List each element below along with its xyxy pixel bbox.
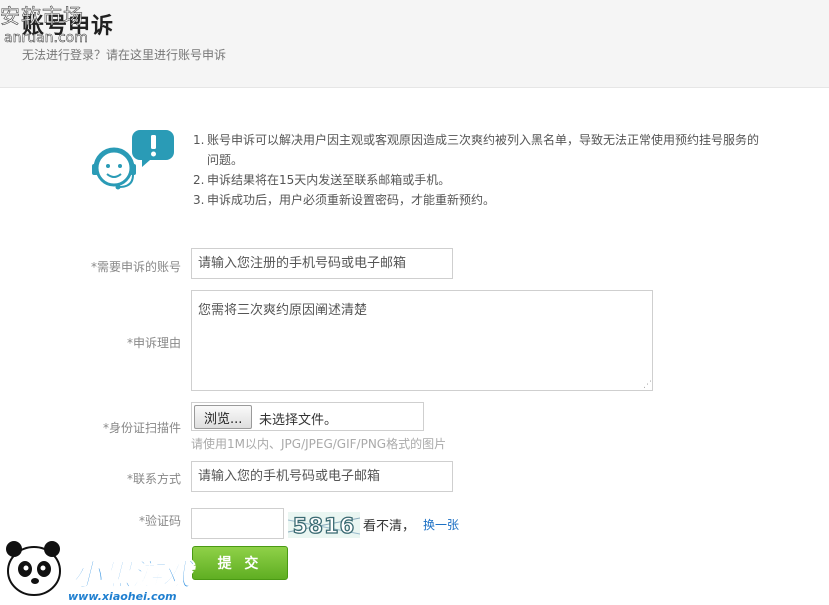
note-number: 2. (193, 173, 205, 187)
reason-label: *申诉理由 (126, 336, 181, 350)
page-subtitle: 无法进行登录？请在这里进行账号申诉 (22, 48, 227, 62)
note-text: 账号申诉可以解决用户因主观或客观原因造成三次爽约被列入黑名单，导致无法正常使用预… (207, 133, 760, 167)
captcha-code: 5816 (293, 514, 355, 538)
captcha-unclear-text: 看不清， (363, 519, 416, 534)
submit-button[interactable]: 提 交 (192, 546, 288, 580)
page-header: 账号申诉 无法进行登录？请在这里进行账号申诉 (0, 0, 829, 88)
appeal-notes: 1. 账号申诉可以解决用户因主观或客观原因造成三次爽约被列入黑名单，导致无法正常… (193, 130, 763, 210)
note-number: 1. (193, 133, 205, 147)
browse-button[interactable]: 浏览... (194, 405, 253, 429)
account-input[interactable] (191, 248, 453, 279)
captcha-label: *验证码 (138, 514, 181, 528)
captcha-input[interactable] (191, 508, 284, 539)
file-upload-field[interactable]: 浏览... 未选择文件。 (191, 402, 424, 431)
captcha-refresh-link[interactable]: 换一张 (423, 516, 459, 533)
id-scan-label: *身份证扫描件 (102, 421, 181, 435)
watermark-brand: 小黑游戏 (72, 558, 196, 593)
watermark-bottom-url: www.xiaohei.com (68, 590, 177, 603)
captcha-image[interactable]: 5816 (288, 512, 360, 538)
note-item: 2. 申诉结果将在15天内发送至联系邮箱或手机。 (193, 170, 763, 190)
account-label: *需要申诉的账号 (90, 260, 181, 274)
customer-support-icon (92, 130, 174, 190)
note-text: 申诉结果将在15天内发送至联系邮箱或手机。 (207, 173, 451, 187)
file-status-text: 未选择文件。 (259, 413, 338, 428)
watermark-top-name: 安软市场 (0, 4, 84, 29)
note-item: 3. 申诉成功后，用户必须重新设置密码，才能重新预约。 (193, 190, 763, 210)
reason-textarea[interactable] (191, 290, 653, 391)
contact-label: *联系方式 (126, 472, 181, 486)
note-item: 1. 账号申诉可以解决用户因主观或客观原因造成三次爽约被列入黑名单，导致无法正常… (193, 130, 763, 170)
note-text: 申诉成功后，用户必须重新设置密码，才能重新预约。 (207, 193, 496, 207)
file-hint-text: 请使用1M以内、JPG/JPEG/GIF/PNG格式的图片 (191, 437, 447, 451)
resize-grip-icon[interactable]: ⋰ (643, 381, 652, 390)
note-number: 3. (193, 193, 205, 207)
contact-input[interactable] (191, 461, 453, 492)
watermark-top-url: anruan.com (4, 30, 88, 47)
